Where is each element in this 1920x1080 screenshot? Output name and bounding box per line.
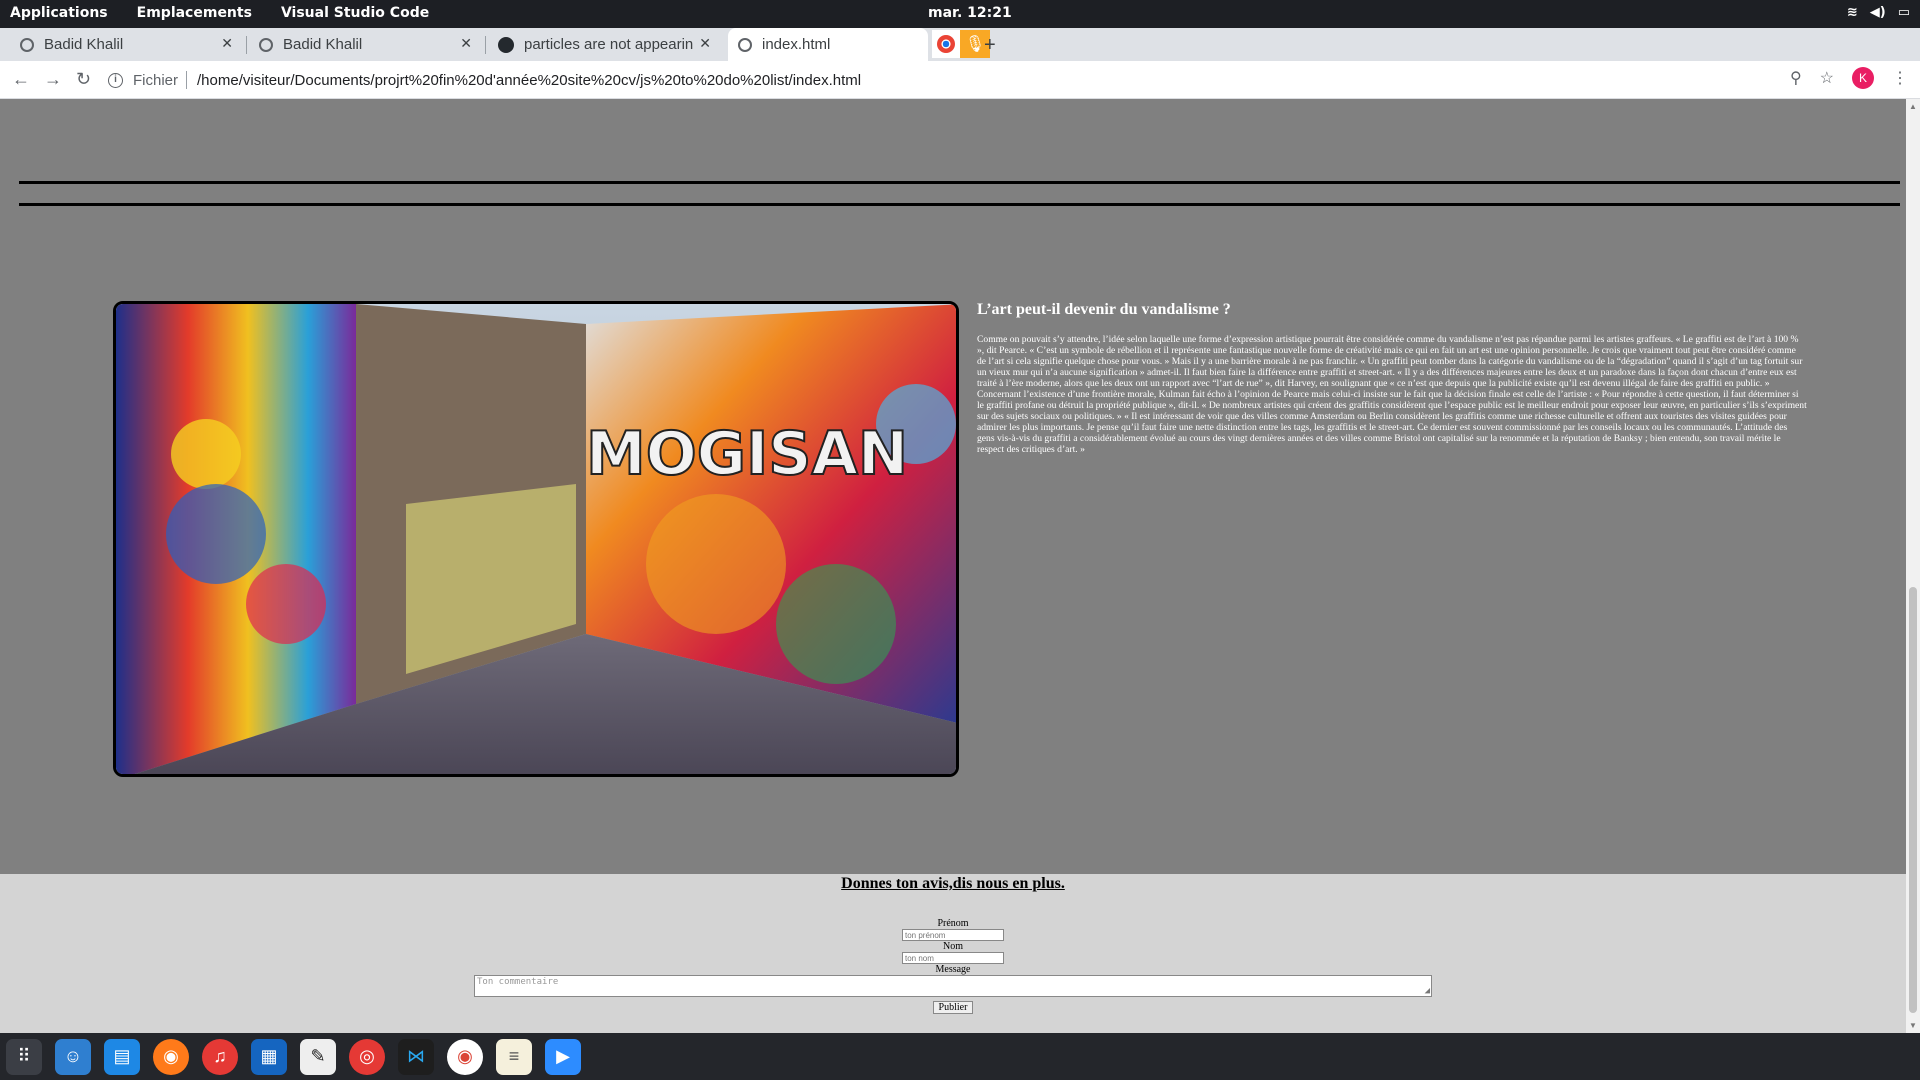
globe-icon bbox=[259, 37, 273, 52]
close-icon[interactable]: ✕ bbox=[221, 35, 233, 52]
extension-icons: 🎙 bbox=[932, 30, 990, 58]
system-top-bar: Applications Emplacements Visual Studio … bbox=[0, 0, 1920, 28]
clock[interactable]: mar. 12:21 bbox=[928, 5, 1012, 21]
reload-icon[interactable]: ↻ bbox=[76, 69, 91, 90]
url-text[interactable]: /home/visiteur/Documents/projrt%20fin%20… bbox=[197, 72, 861, 89]
battery-icon[interactable]: ▭ bbox=[1898, 5, 1910, 20]
nom-input[interactable] bbox=[902, 952, 1004, 964]
tab-separator bbox=[246, 36, 247, 54]
publish-button[interactable]: Publier bbox=[932, 1001, 974, 1014]
tab-badid-khalil-2[interactable]: Badid Khalil ✕ bbox=[249, 28, 486, 61]
writer-icon[interactable]: ▦ bbox=[251, 1038, 287, 1075]
message-placeholder: Ton commentaire bbox=[477, 977, 559, 987]
globe-icon bbox=[20, 37, 34, 52]
chrome-icon[interactable]: ◉ bbox=[447, 1038, 483, 1075]
scroll-down-icon[interactable]: ▼ bbox=[1909, 1021, 1917, 1030]
new-tab-icon[interactable]: + bbox=[984, 34, 996, 57]
page-scrollbar[interactable]: ▲ ▼ bbox=[1906, 99, 1920, 1033]
text-editor-icon[interactable]: ≡ bbox=[496, 1038, 532, 1075]
tab-particles[interactable]: particles are not appearin ✕ bbox=[488, 28, 725, 61]
menu-emplacements[interactable]: Emplacements bbox=[137, 5, 252, 21]
address-bar[interactable]: i Fichier /home/visiteur/Documents/projr… bbox=[108, 64, 1868, 96]
article-body: Comme on pouvait s’y attendre, l’idée se… bbox=[977, 334, 1807, 455]
tab-title: index.html bbox=[762, 36, 831, 53]
wifi-icon[interactable]: ≋ bbox=[1847, 5, 1858, 20]
notes-icon[interactable]: ▤ bbox=[104, 1038, 140, 1075]
tab-title: Badid Khalil bbox=[283, 36, 363, 53]
page-viewport: MOGISAN L’art peut-il devenir du vandali… bbox=[0, 99, 1906, 1033]
github-icon bbox=[498, 36, 514, 53]
tab-title: Badid Khalil bbox=[44, 36, 124, 53]
divider bbox=[186, 71, 188, 89]
info-icon[interactable]: i bbox=[108, 72, 123, 88]
tab-index-html[interactable]: index.html bbox=[728, 28, 928, 61]
scheme-label: Fichier bbox=[133, 71, 179, 89]
tab-badid-khalil-1[interactable]: Badid Khalil ✕ bbox=[10, 28, 247, 61]
music-icon[interactable]: ♫ bbox=[202, 1038, 238, 1075]
prenom-input[interactable] bbox=[902, 929, 1004, 941]
menu-applications[interactable]: Applications bbox=[10, 5, 108, 21]
tab-separator bbox=[485, 36, 486, 54]
message-textarea[interactable]: Ton commentaire ◢ bbox=[474, 975, 1432, 997]
zoom-icon[interactable]: ▶ bbox=[545, 1038, 581, 1075]
article-title: L’art peut-il devenir du vandalisme ? bbox=[977, 301, 1231, 318]
tab-title: particles are not appearin bbox=[524, 36, 694, 53]
scrollbar-thumb[interactable] bbox=[1909, 587, 1917, 1013]
dock: ⠿ ☺ ▤ ◉ ♫ ▦ ✎ ◎ ⋈ ◉ ≡ ▶ bbox=[0, 1033, 1920, 1080]
horizontal-rule bbox=[19, 203, 1900, 206]
resize-grip-icon[interactable]: ◢ bbox=[1425, 986, 1430, 996]
help-icon[interactable]: ◎ bbox=[349, 1038, 385, 1075]
menu-vscode[interactable]: Visual Studio Code bbox=[281, 5, 429, 21]
apps-grid-icon[interactable]: ⠿ bbox=[6, 1038, 42, 1075]
chrome-extension-icon[interactable] bbox=[932, 30, 960, 58]
zoom-icon[interactable]: ⚲ bbox=[1790, 68, 1802, 88]
close-icon[interactable]: ✕ bbox=[460, 35, 472, 52]
feedback-heading: Donnes ton avis,dis nous en plus. bbox=[841, 875, 1065, 892]
nom-label: Nom bbox=[943, 941, 963, 952]
close-icon[interactable]: ✕ bbox=[699, 35, 711, 52]
bookmark-star-icon[interactable]: ☆ bbox=[1820, 68, 1834, 88]
message-label: Message bbox=[935, 964, 971, 975]
horizontal-rule bbox=[19, 181, 1900, 184]
scroll-up-icon[interactable]: ▲ bbox=[1909, 102, 1917, 111]
firefox-icon[interactable]: ◉ bbox=[153, 1038, 189, 1075]
svg-text:MOGISAN: MOGISAN bbox=[586, 419, 908, 489]
feedback-form: Donnes ton avis,dis nous en plus. Prénom… bbox=[0, 874, 1906, 1033]
inkscape-icon[interactable]: ✎ bbox=[300, 1038, 336, 1075]
profile-avatar[interactable]: K bbox=[1852, 67, 1874, 89]
prenom-label: Prénom bbox=[937, 918, 969, 929]
back-icon[interactable]: ← bbox=[12, 69, 30, 90]
article: L’art peut-il devenir du vandalisme ? Co… bbox=[977, 299, 1807, 455]
browser-toolbar: ← → ↻ i Fichier /home/visiteur/Documents… bbox=[0, 61, 1920, 99]
globe-icon bbox=[738, 37, 752, 52]
graffiti-street-image: MOGISAN bbox=[113, 301, 959, 777]
volume-icon[interactable]: ◀) bbox=[1870, 5, 1886, 20]
vscode-icon[interactable]: ⋈ bbox=[398, 1038, 434, 1075]
finder-icon[interactable]: ☺ bbox=[55, 1038, 91, 1075]
menu-kebab-icon[interactable]: ⋮ bbox=[1892, 68, 1908, 88]
forward-icon[interactable]: → bbox=[44, 69, 62, 90]
